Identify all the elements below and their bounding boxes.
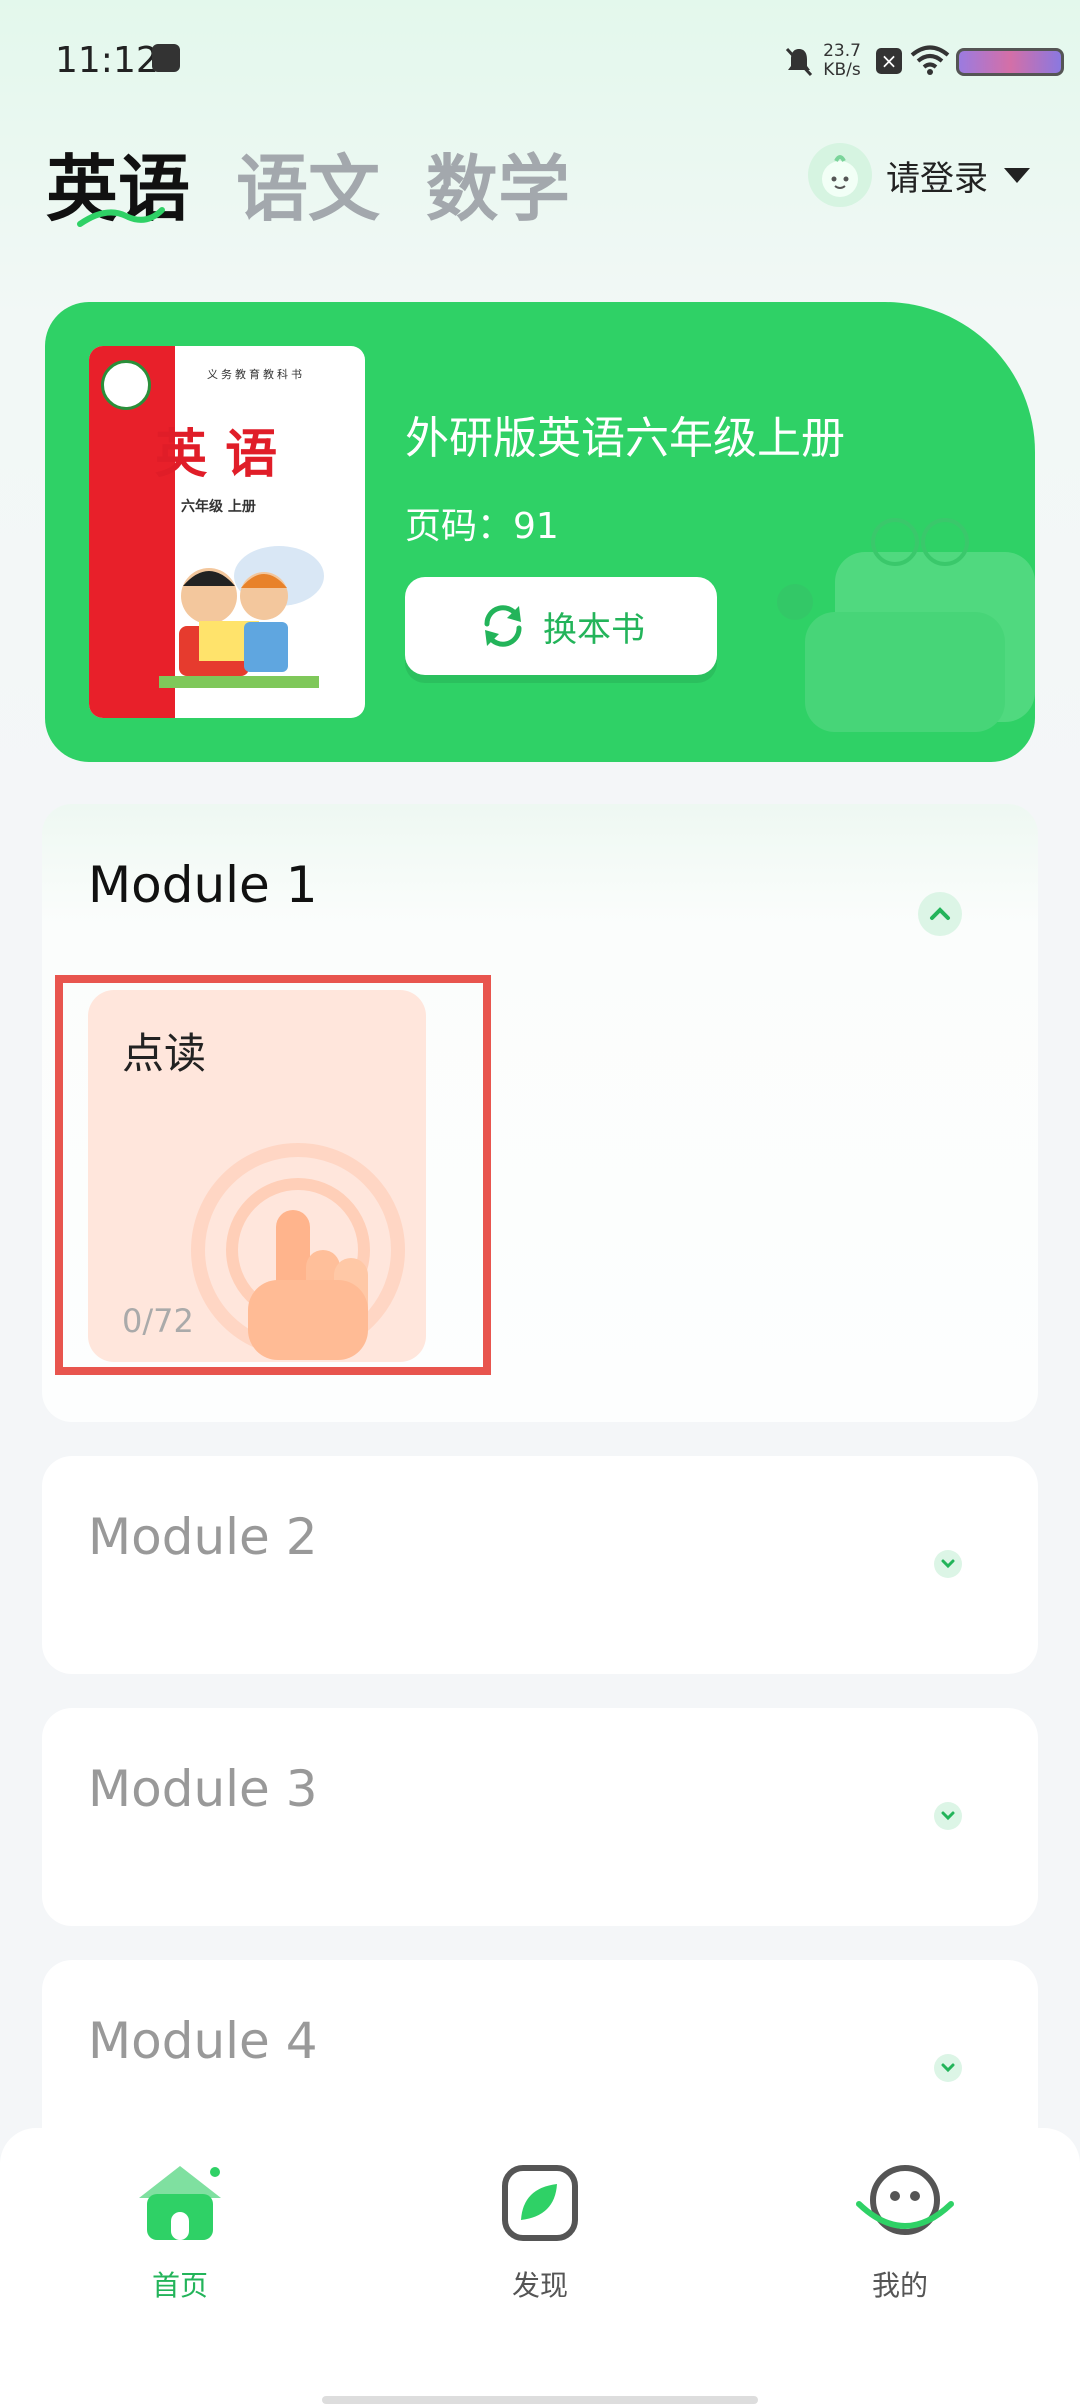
book-title: 外研版英语六年级上册 — [405, 413, 845, 464]
module-card-3[interactable]: Module 3 — [42, 1708, 1038, 1926]
home-icon — [135, 2158, 225, 2248]
nav-home[interactable]: 首页 — [80, 2158, 280, 2304]
close-box-icon: × — [876, 48, 902, 74]
battery-icon — [956, 48, 1064, 76]
chevron-down-icon — [941, 2063, 955, 2073]
change-book-button[interactable]: 换本书 — [405, 577, 717, 675]
cover-subject-text: 英 语 — [155, 424, 278, 485]
book-cover-image: 义务教育教科书 英 语 六年级 上册 — [89, 346, 365, 718]
status-bar: 11:12 23.7 KB/s × — [0, 0, 1080, 120]
net-speed-value: 23.7 — [823, 41, 861, 61]
discover-icon — [495, 2158, 585, 2248]
avatar-icon — [808, 143, 872, 207]
module-title: Module 3 — [88, 1760, 318, 1818]
module-title: Module 2 — [88, 1508, 318, 1566]
cover-logo-icon — [101, 360, 151, 410]
caret-down-icon — [1004, 167, 1030, 183]
cover-series-text: 义务教育教科书 — [207, 368, 305, 381]
module-title: Module 4 — [88, 2012, 318, 2070]
login-label: 请登录 — [886, 158, 988, 199]
chevron-down-icon — [941, 1811, 955, 1821]
chevron-up-icon — [930, 907, 950, 920]
tab-chinese[interactable]: 语文 — [236, 130, 380, 235]
expand-module-button[interactable] — [934, 1802, 962, 1830]
decorative-books-illustration — [777, 518, 1035, 732]
bottom-navigation: 首页 发现 我的 — [0, 2128, 1080, 2408]
cover-grade-text: 六年级 上册 — [181, 499, 256, 515]
tab-active-underline — [77, 207, 165, 227]
nav-profile-label: 我的 — [871, 2269, 928, 2302]
expand-module-button[interactable] — [934, 2054, 962, 2082]
login-button[interactable]: 请登录 — [808, 140, 1030, 210]
net-speed: 23.7 KB/s — [822, 42, 862, 80]
current-book-card: 义务教育教科书 英 语 六年级 上册 外研版英语六年级上册 页码：91 换本书 — [45, 302, 1035, 762]
tab-english[interactable]: 英语 — [46, 130, 190, 235]
net-speed-unit: KB/s — [823, 60, 861, 80]
book-page-number: 页码：91 — [405, 506, 559, 547]
refresh-icon — [484, 605, 522, 647]
nav-home-label: 首页 — [151, 2269, 208, 2302]
wifi-icon — [910, 44, 950, 80]
notification-bag-icon — [152, 44, 180, 72]
module-card-2[interactable]: Module 2 — [42, 1456, 1038, 1674]
tab-math[interactable]: 数学 — [426, 130, 570, 235]
expand-module-button[interactable] — [934, 1550, 962, 1578]
cover-children-illustration — [159, 546, 324, 688]
nav-discover-label: 发现 — [511, 2269, 568, 2302]
nav-discover[interactable]: 发现 — [440, 2158, 640, 2304]
profile-icon — [855, 2158, 954, 2248]
nav-profile[interactable]: 我的 — [800, 2158, 1000, 2304]
module-title: Module 1 — [88, 856, 318, 914]
collapse-module-button[interactable] — [918, 892, 962, 936]
mute-icon — [784, 46, 814, 82]
selection-highlight-box — [55, 975, 491, 1375]
home-indicator[interactable] — [322, 2396, 758, 2404]
status-time: 11:12 — [55, 40, 159, 81]
change-book-label: 换本书 — [543, 609, 645, 650]
chevron-down-icon — [941, 1559, 955, 1569]
